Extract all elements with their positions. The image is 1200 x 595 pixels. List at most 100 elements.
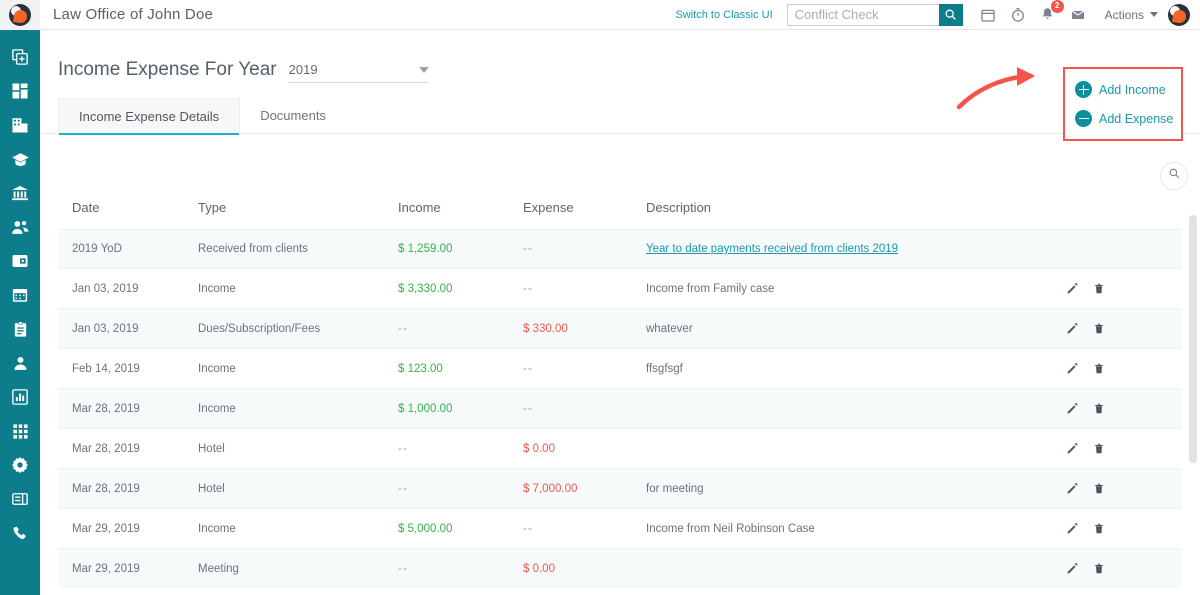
- sidebar-item-bank[interactable]: [0, 176, 40, 210]
- sidebar-item-settings[interactable]: [0, 448, 40, 482]
- description-link[interactable]: Year to date payments received from clie…: [646, 243, 898, 255]
- edit-icon[interactable]: [1066, 522, 1079, 535]
- cell-type: Hotel: [198, 482, 225, 495]
- table-row[interactable]: Mar 29, 2019 Income $ 5,000.00 -- Income fro…: [58, 508, 1182, 549]
- table-row[interactable]: Jan 03, 2019 Income $ 3,330.00 -- Income fro…: [58, 268, 1182, 309]
- cell-income: $ 5,000.00: [398, 522, 453, 535]
- table-row[interactable]: Mar 29, 2019 Meeting -- $ 0.00: [58, 548, 1182, 588]
- search-icon: [1168, 167, 1181, 185]
- tab-income-expense-details[interactable]: Income Expense Details: [58, 98, 241, 135]
- calendar-icon: [11, 286, 29, 304]
- sidebar-item-apps[interactable]: [0, 414, 40, 448]
- cell-income: --: [398, 442, 408, 455]
- cell-actions: [1066, 469, 1182, 509]
- delete-icon[interactable]: [1093, 402, 1105, 415]
- table-row[interactable]: Mar 28, 2019 Hotel -- $ 0.00: [58, 428, 1182, 469]
- delete-icon[interactable]: [1093, 442, 1105, 455]
- delete-icon[interactable]: [1093, 522, 1105, 535]
- search-input[interactable]: [786, 3, 939, 26]
- column-header-type[interactable]: Type: [198, 188, 398, 230]
- edit-icon[interactable]: [1066, 282, 1079, 295]
- delete-icon[interactable]: [1093, 562, 1105, 575]
- cell-type: Income: [198, 522, 236, 535]
- add-income-button[interactable]: Add Income: [1075, 81, 1181, 98]
- edit-icon[interactable]: [1066, 482, 1079, 495]
- edit-icon[interactable]: [1066, 402, 1079, 415]
- cell-actions: [1066, 269, 1182, 309]
- sidebar-item-reports[interactable]: [0, 380, 40, 414]
- cell-expense: --: [523, 243, 533, 255]
- cell-description: ffsgfsgf: [646, 362, 683, 375]
- column-header-income[interactable]: Income: [398, 188, 523, 230]
- cell-expense: $ 7,000.00: [523, 482, 578, 495]
- settings-icon: [11, 456, 29, 474]
- cell-date: Mar 29, 2019: [72, 562, 140, 575]
- year-select[interactable]: 2019: [288, 62, 429, 83]
- delete-icon[interactable]: [1093, 482, 1105, 495]
- table-row[interactable]: Mar 28, 2019 Hotel -- $ 7,000.00 for meeting: [58, 468, 1182, 509]
- cell-type: Hotel: [198, 442, 225, 455]
- notification-badge: 2: [1050, 0, 1064, 13]
- sidebar-item-calendar[interactable]: [0, 278, 40, 312]
- edit-icon[interactable]: [1066, 442, 1079, 455]
- delete-icon[interactable]: [1093, 322, 1105, 335]
- cell-actions: [1066, 230, 1182, 269]
- edit-icon[interactable]: [1066, 362, 1079, 375]
- page-title: Income Expense For Year: [58, 59, 277, 80]
- cell-expense: $ 0.00: [523, 442, 555, 455]
- table-scrollbar[interactable]: [1189, 189, 1197, 589]
- sidebar-item-education[interactable]: [0, 142, 40, 176]
- cell-date: 2019 YoD: [72, 243, 122, 255]
- cell-actions: [1066, 509, 1182, 549]
- search-button[interactable]: [938, 3, 963, 26]
- edit-icon[interactable]: [1066, 562, 1079, 575]
- top-bar-right: Switch to Classic UI Conflict Check 2 Ac…: [675, 0, 1200, 30]
- sidebar-item-billing[interactable]: [0, 244, 40, 278]
- timer-icon[interactable]: [1007, 4, 1029, 26]
- cell-date: Jan 03, 2019: [72, 282, 139, 295]
- cell-actions: [1066, 349, 1182, 389]
- avatar[interactable]: [1168, 3, 1190, 26]
- table-search-button[interactable]: [1160, 162, 1188, 190]
- sidebar-item-phone[interactable]: [0, 516, 40, 550]
- table-row[interactable]: 2019 YoD Received from clients $ 1,259.00 -…: [58, 229, 1182, 269]
- cell-description[interactable]: Year to date payments received from clie…: [646, 230, 1066, 269]
- tab-documents[interactable]: Documents: [240, 98, 346, 134]
- delete-icon[interactable]: [1093, 282, 1105, 295]
- reports-icon: [11, 388, 29, 406]
- bell-icon[interactable]: 2: [1037, 0, 1064, 26]
- switch-to-classic-ui-link[interactable]: Switch to Classic UI: [675, 9, 772, 21]
- brand-logo: [0, 0, 40, 30]
- sidebar-item-firm[interactable]: [0, 108, 40, 142]
- edit-icon[interactable]: [1066, 322, 1079, 335]
- table-row[interactable]: Jan 03, 2019 Dues/Subscription/Fees -- $ 33…: [58, 308, 1182, 349]
- sidebar-item-dashboard[interactable]: [0, 74, 40, 108]
- cell-date: Feb 14, 2019: [72, 362, 140, 375]
- column-header-description[interactable]: Description: [646, 188, 1066, 230]
- sidebar-item-contacts[interactable]: [0, 210, 40, 244]
- column-header-expense[interactable]: Expense: [523, 188, 646, 230]
- sidebar-item-new-matter[interactable]: [0, 40, 40, 74]
- cell-date: Jan 03, 2019: [72, 322, 139, 335]
- actions-menu[interactable]: Actions: [1105, 8, 1158, 22]
- new-matter-icon: [11, 48, 29, 66]
- add-expense-button[interactable]: Add Expense: [1075, 110, 1181, 127]
- education-icon: [11, 150, 30, 169]
- delete-icon[interactable]: [1093, 362, 1105, 375]
- apps-icon: [12, 423, 29, 440]
- top-bar: Law Office of John Doe Switch to Classic…: [0, 0, 1200, 30]
- mail-icon[interactable]: [1067, 4, 1089, 26]
- minus-circle-icon: [1075, 110, 1092, 127]
- bank-icon: [11, 184, 29, 202]
- table-scrollbar-thumb[interactable]: [1189, 215, 1197, 463]
- calendar-icon[interactable]: [977, 4, 999, 26]
- sidebar-item-cards[interactable]: [0, 482, 40, 516]
- cell-income: --: [398, 562, 408, 575]
- sidebar-item-clients[interactable]: [0, 346, 40, 380]
- year-select-value: 2019: [288, 62, 318, 77]
- table-row[interactable]: Mar 28, 2019 Income $ 1,000.00 --: [58, 388, 1182, 429]
- column-header-date[interactable]: Date: [58, 188, 198, 230]
- cell-expense: $ 0.00: [523, 562, 555, 575]
- table-row[interactable]: Feb 14, 2019 Income $ 123.00 -- ffsgfsgf: [58, 348, 1182, 389]
- sidebar-item-tasks[interactable]: [0, 312, 40, 346]
